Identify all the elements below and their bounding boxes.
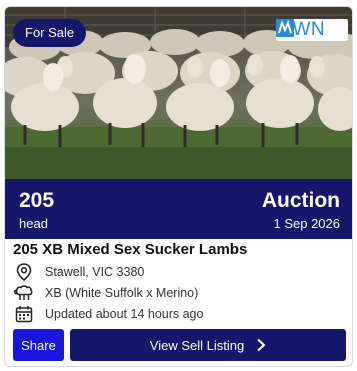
map-pin-icon — [13, 262, 35, 282]
listing-title: 205 XB Mixed Sex Sucker Lambs — [13, 241, 248, 258]
listing-photo[interactable]: For Sale AWN — [5, 7, 352, 179]
updated-text: Updated about 14 hours ago — [45, 307, 204, 321]
awn-logo-icon — [276, 19, 294, 37]
share-button-label: Share — [21, 337, 56, 353]
breed-text: XB (White Suffolk x Merino) — [45, 286, 199, 300]
listing-summary-band: 205 head Auction 1 Sep 2026 — [5, 179, 352, 239]
head-count: 205 — [19, 189, 55, 212]
updated-row: Updated about 14 hours ago — [13, 304, 203, 324]
for-sale-badge: For Sale — [13, 19, 87, 47]
sheep-icon — [13, 283, 35, 303]
sale-type: Auction — [261, 189, 340, 212]
chevron-right-icon — [256, 338, 266, 352]
sale-date: 1 Sep 2026 — [273, 216, 340, 231]
listing-card[interactable]: For Sale AWN 205 head Auction 1 Sep 2026… — [4, 6, 353, 367]
share-button[interactable]: Share — [13, 329, 64, 361]
awn-logo: AWN — [276, 19, 348, 41]
location-text: Stawell, VIC 3380 — [45, 265, 145, 279]
calendar-icon — [13, 304, 35, 324]
location-row: Stawell, VIC 3380 — [13, 262, 144, 282]
breed-row: XB (White Suffolk x Merino) — [13, 283, 198, 303]
view-sell-listing-label: View Sell Listing — [149, 337, 245, 353]
view-sell-listing-button[interactable]: View Sell Listing — [70, 329, 346, 361]
head-unit: head — [19, 216, 48, 231]
